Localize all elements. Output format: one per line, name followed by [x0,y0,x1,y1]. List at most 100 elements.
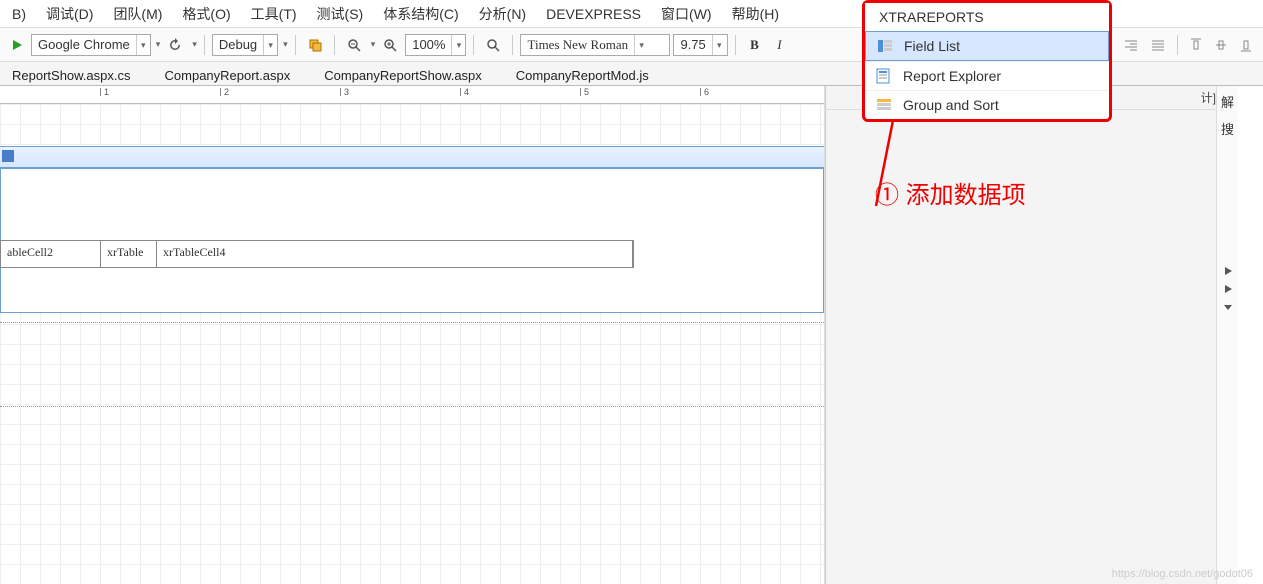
menu-item-help[interactable]: 帮助(H) [722,0,789,28]
rail-tab-search[interactable]: 搜 [1221,119,1234,138]
play-icon[interactable] [1223,284,1233,294]
play-icon[interactable] [1223,266,1233,276]
ruler-tick: 5 [580,88,589,96]
xtrareports-menu-popup: XTRAREPORTS Field List Report Explorer G… [862,0,1112,122]
toolbar-separator [334,35,335,55]
layers-icon [308,38,322,52]
menu-item-label: Group and Sort [903,97,999,113]
report-explorer-icon [875,67,893,85]
menu-item-devexpress[interactable]: DEVEXPRESS [536,2,651,26]
ruler-tick: 4 [460,88,469,96]
toolbar-separator [1177,35,1178,55]
browser-selector[interactable]: Google Chrome ▾ [31,34,151,56]
play-icon [11,39,23,51]
ruler-tick: 3 [340,88,349,96]
layer-button[interactable] [303,33,327,57]
xr-table[interactable]: ableCell2 xrTable xrTableCell4 [0,240,634,268]
run-button[interactable] [6,33,28,57]
zoom-in-button[interactable] [378,33,402,57]
table-cell[interactable]: ableCell2 [1,241,101,267]
font-value: Times New Roman [521,35,634,55]
bold-button[interactable]: B [743,33,765,57]
menu-item-label: Field List [904,38,960,54]
report-band-2[interactable] [0,322,824,407]
zoom-reset-button[interactable] [481,33,505,57]
chevron-down-icon: ▾ [451,35,465,55]
toolbar-separator [512,35,513,55]
chevron-down-icon: ▾ [634,35,648,55]
italic-button[interactable]: I [768,33,790,57]
valign-bottom-icon [1240,38,1252,52]
file-tab[interactable]: CompanyReportMod.js [508,66,657,85]
chevron-down-icon: ▾ [136,35,150,55]
toolbar-separator [204,35,205,55]
font-selector[interactable]: Times New Roman ▾ [520,34,670,56]
zoom-out-button[interactable] [342,33,366,57]
group-sort-icon [875,96,893,114]
zoom-selector[interactable]: 100% ▾ [405,34,466,56]
menu-item-b[interactable]: B) [2,2,36,26]
zoom-in-icon [383,38,397,52]
align-right-button[interactable] [1119,33,1143,57]
valign-bottom-button[interactable] [1235,33,1257,57]
rail-tab-solution[interactable]: 解 [1221,92,1234,111]
menu-item-window[interactable]: 窗口(W) [651,0,722,28]
file-tab[interactable]: CompanyReportShow.aspx [316,66,490,85]
watermark: https://blog.csdn.net/godot06 [1112,568,1253,580]
report-designer-canvas: 1 2 3 4 5 6 ableCell2 xrTable xrTableCel… [0,86,825,584]
file-tab[interactable]: ReportShow.aspx.cs [4,66,139,85]
ruler-tick: 1 [100,88,109,96]
config-value: Debug [213,35,263,55]
zoom-icon [486,38,500,52]
align-justify-button[interactable] [1146,33,1170,57]
menu-item-debug[interactable]: 调试(D) [36,0,103,28]
designer-surface[interactable]: ableCell2 xrTable xrTableCell4 [0,104,824,584]
chevron-down-icon: ▾ [192,39,197,50]
refresh-icon [168,38,182,52]
chevron-down-icon: ▾ [283,39,288,50]
zoom-out-icon [347,38,361,52]
align-justify-icon [1151,39,1165,51]
field-list-icon [876,37,894,55]
toolbar-separator [473,35,474,55]
horizontal-ruler: 1 2 3 4 5 6 [0,86,824,104]
caret-icon[interactable] [1223,302,1233,312]
xtrareports-menu-title[interactable]: XTRAREPORTS [865,3,1109,31]
menu-item-label: Report Explorer [903,68,1001,84]
side-panel-label: 计] [1201,89,1216,106]
band-handle-icon[interactable] [2,150,14,162]
toolbar-separator [735,35,736,55]
align-right-icon [1124,39,1138,51]
refresh-button[interactable] [163,33,187,57]
menu-item-format[interactable]: 格式(O) [172,0,240,28]
table-cell[interactable]: xrTableCell4 [157,241,633,267]
annotation-label: ① 添加数据项 [875,175,1026,210]
config-selector[interactable]: Debug ▾ [212,34,278,56]
fontsize-selector[interactable]: 9.75 ▾ [673,34,728,56]
table-cell[interactable]: xrTable [101,241,157,267]
browser-value: Google Chrome [32,35,136,55]
menu-item-test[interactable]: 测试(S) [307,0,374,28]
toolbar-separator [295,35,296,55]
ruler-tick: 6 [700,88,709,96]
chevron-down-icon: ▾ [712,35,726,55]
menu-item-analyze[interactable]: 分析(N) [469,0,536,28]
detail-band-header[interactable] [0,146,824,168]
menu-item-group-sort[interactable]: Group and Sort [865,90,1109,119]
valign-top-icon [1190,38,1202,52]
chevron-down-icon: ▾ [156,39,161,50]
chevron-down-icon: ▾ [371,39,376,50]
menu-item-report-explorer[interactable]: Report Explorer [865,61,1109,90]
collapsed-tool-rail: 解 搜 [1216,86,1238,584]
zoom-value: 100% [406,35,451,55]
menu-item-tools[interactable]: 工具(T) [241,0,307,28]
fontsize-value: 9.75 [674,35,711,55]
menu-item-team[interactable]: 团队(M) [103,0,172,28]
menu-item-field-list[interactable]: Field List [865,31,1109,61]
valign-middle-button[interactable] [1210,33,1232,57]
file-tab[interactable]: CompanyReport.aspx [157,66,299,85]
chevron-down-icon: ▾ [263,35,277,55]
valign-middle-icon [1215,38,1227,52]
menu-item-architecture[interactable]: 体系结构(C) [373,0,468,28]
valign-top-button[interactable] [1185,33,1207,57]
